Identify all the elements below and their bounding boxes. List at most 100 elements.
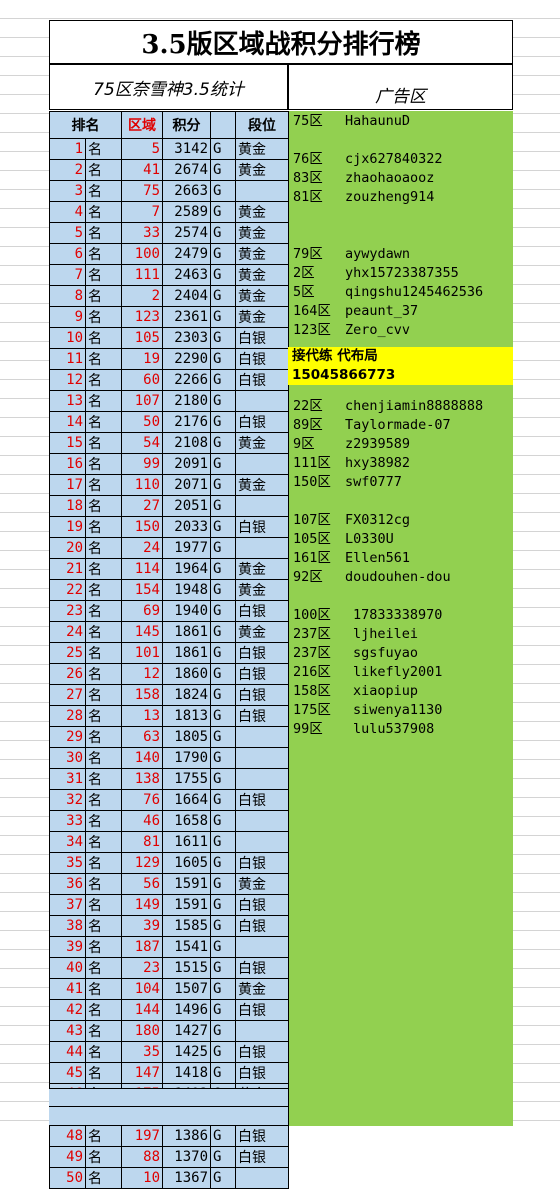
ming-cell: 名: [85, 474, 122, 496]
tier-cell: [235, 1020, 289, 1042]
g-cell: G: [210, 684, 236, 706]
ad-contact: cjx627840322: [345, 151, 443, 167]
ad-zone: 9区: [293, 436, 315, 452]
ming-cell: 名: [85, 516, 122, 538]
zone-cell: 123: [121, 306, 163, 328]
zone-cell: 23: [121, 957, 163, 979]
zone-cell: 180: [121, 1020, 163, 1042]
score-cell: 1977: [162, 537, 211, 559]
table-row: 11 名 19 2290 G 白银: [49, 348, 289, 370]
ming-cell: 名: [85, 201, 122, 223]
tier-cell: 白银: [235, 348, 289, 370]
tier-cell: 黄金: [235, 201, 289, 223]
ming-cell: 名: [85, 138, 122, 160]
table-row: 30 名 140 1790 G: [49, 747, 289, 769]
promo-box: 接代练 代布局 15045866773: [288, 347, 513, 385]
zone-cell: 88: [121, 1146, 163, 1168]
g-cell: G: [210, 915, 236, 937]
ad-zone: 2区: [293, 265, 315, 281]
table-row: 44 名 35 1425 G 白银: [49, 1041, 289, 1063]
ad-entry: 164区 peaunt_37: [293, 302, 418, 321]
rank-cell: 34: [49, 831, 86, 853]
table-row: 33 名 46 1658 G: [49, 810, 289, 832]
rank-cell: 6: [49, 243, 86, 265]
table-row: 37 名 149 1591 G 白银: [49, 894, 289, 916]
ad-zone: 81区: [293, 189, 323, 205]
rank-cell: 33: [49, 810, 86, 832]
table-row: 40 名 23 1515 G 白银: [49, 957, 289, 979]
ad-zone: 237区: [293, 645, 331, 661]
g-cell: G: [210, 201, 236, 223]
g-cell: G: [210, 390, 236, 412]
ad-entry: 216区 likefly2001: [293, 663, 442, 682]
ad-zone: 158区: [293, 683, 331, 699]
score-cell: 1386: [162, 1125, 211, 1147]
tier-cell: 白银: [235, 894, 289, 916]
g-cell: G: [210, 1125, 236, 1147]
ad-zone: 100区: [293, 607, 331, 623]
ming-cell: 名: [85, 789, 122, 811]
tier-cell: [235, 495, 289, 517]
ad-zone: 83区: [293, 170, 323, 186]
ad-contact: lulu537908: [353, 721, 435, 737]
ming-cell: 名: [85, 1062, 122, 1084]
rank-cell: 49: [49, 1146, 86, 1168]
rank-cell: 23: [49, 600, 86, 622]
ad-entry: 92区 doudouhen-dou: [293, 568, 451, 587]
score-cell: 1541: [162, 936, 211, 958]
score-cell: 2071: [162, 474, 211, 496]
tier-cell: 黄金: [235, 432, 289, 454]
tier-cell: [235, 1167, 289, 1189]
ad-contact: Ellen561: [345, 550, 411, 566]
ad-entry: 81区 zouzheng914: [293, 188, 434, 207]
g-cell: G: [210, 600, 236, 622]
zone-cell: 197: [121, 1125, 163, 1147]
ming-cell: 名: [85, 726, 122, 748]
zone-cell: 35: [121, 1041, 163, 1063]
zone-cell: 81: [121, 831, 163, 853]
table-row: 50 名 10 1367 G: [49, 1167, 289, 1189]
score-cell: 2663: [162, 180, 211, 202]
tier-cell: 黄金: [235, 243, 289, 265]
zone-cell: 150: [121, 516, 163, 538]
ming-cell: 名: [85, 537, 122, 559]
ranking-table: 排名 区域 积分 段位 1 名 5 3142 G 黄金 2 名 41 2674 G 黄金 3 名 75 266…: [49, 111, 289, 1189]
ming-cell: 名: [85, 999, 122, 1021]
g-cell: G: [210, 411, 236, 433]
g-cell: G: [210, 726, 236, 748]
table-row: 49 名 88 1370 G 白银: [49, 1146, 289, 1168]
ming-cell: 名: [85, 978, 122, 1000]
ming-cell: 名: [85, 369, 122, 391]
ad-contact: xiaopiup: [353, 683, 419, 699]
zone-cell: 105: [121, 327, 163, 349]
g-cell: G: [210, 789, 236, 811]
g-cell: G: [210, 831, 236, 853]
rank-cell: 30: [49, 747, 86, 769]
score-cell: 2463: [162, 264, 211, 286]
tier-cell: 黄金: [235, 474, 289, 496]
ad-contact: sgsfuyao: [353, 645, 419, 661]
rank-cell: 5: [49, 222, 86, 244]
zone-cell: 50: [121, 411, 163, 433]
zone-cell: 138: [121, 768, 163, 790]
ming-cell: 名: [85, 432, 122, 454]
score-cell: 1515: [162, 957, 211, 979]
table-row: 41 名 104 1507 G 黄金: [49, 978, 289, 1000]
table-row: 17 名 110 2071 G 黄金: [49, 474, 289, 496]
tier-cell: 黄金: [235, 264, 289, 286]
tier-cell: [235, 180, 289, 202]
g-cell: G: [210, 1062, 236, 1084]
g-cell: G: [210, 642, 236, 664]
rank-cell: 15: [49, 432, 86, 454]
table-row: 23 名 69 1940 G 白银: [49, 600, 289, 622]
zone-cell: 110: [121, 474, 163, 496]
score-cell: 1940: [162, 600, 211, 622]
ad-zone: 237区: [293, 626, 331, 642]
table-row: 19 名 150 2033 G 白银: [49, 516, 289, 538]
rank-cell: 29: [49, 726, 86, 748]
ad-contact: HahaunuD: [345, 113, 411, 129]
zone-cell: 140: [121, 747, 163, 769]
row-divider: [49, 1088, 288, 1089]
tier-cell: 白银: [235, 852, 289, 874]
score-cell: 2180: [162, 390, 211, 412]
